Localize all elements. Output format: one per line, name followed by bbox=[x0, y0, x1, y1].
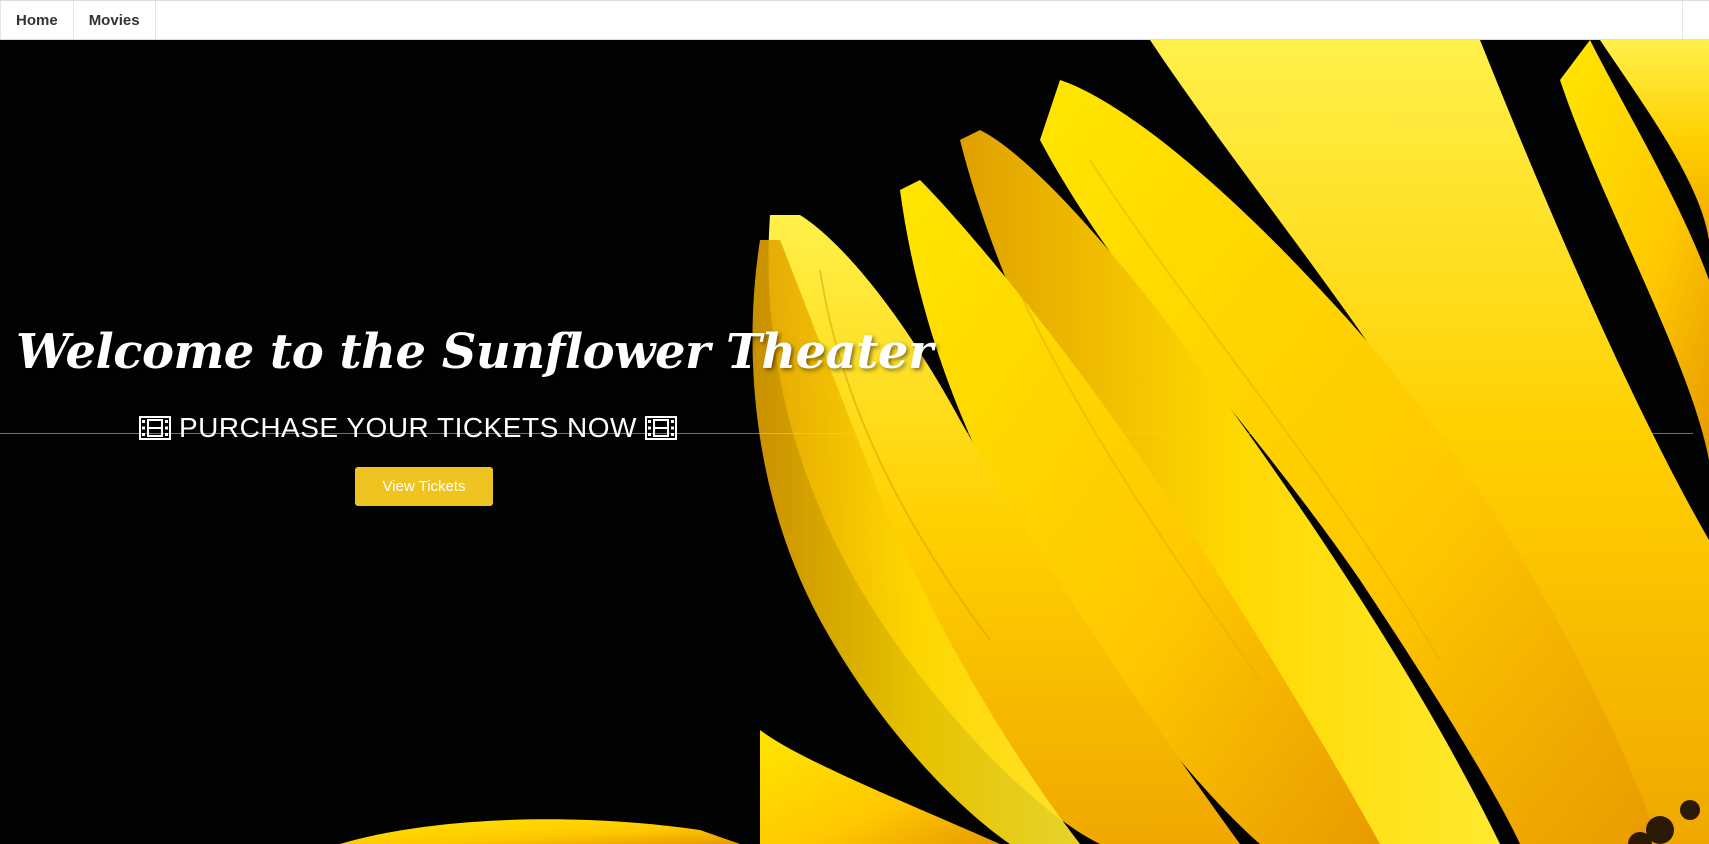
film-icon bbox=[644, 416, 677, 440]
hero-section: Welcome to the Sunflower Theater PURCHAS… bbox=[0, 40, 1709, 844]
nav-item-movies[interactable]: Movies bbox=[74, 1, 156, 39]
film-icon bbox=[139, 416, 171, 440]
hero-title: Welcome to the Sunflower Theater bbox=[16, 324, 933, 380]
hero-subtitle-row: PURCHASE YOUR TICKETS NOW bbox=[110, 412, 706, 444]
nav-divider bbox=[1682, 1, 1683, 39]
nav-item-home[interactable]: Home bbox=[0, 1, 74, 39]
top-navbar: Home Movies bbox=[0, 0, 1709, 40]
hero-subtitle: PURCHASE YOUR TICKETS NOW bbox=[179, 412, 637, 443]
view-tickets-button[interactable]: View Tickets bbox=[355, 467, 493, 506]
